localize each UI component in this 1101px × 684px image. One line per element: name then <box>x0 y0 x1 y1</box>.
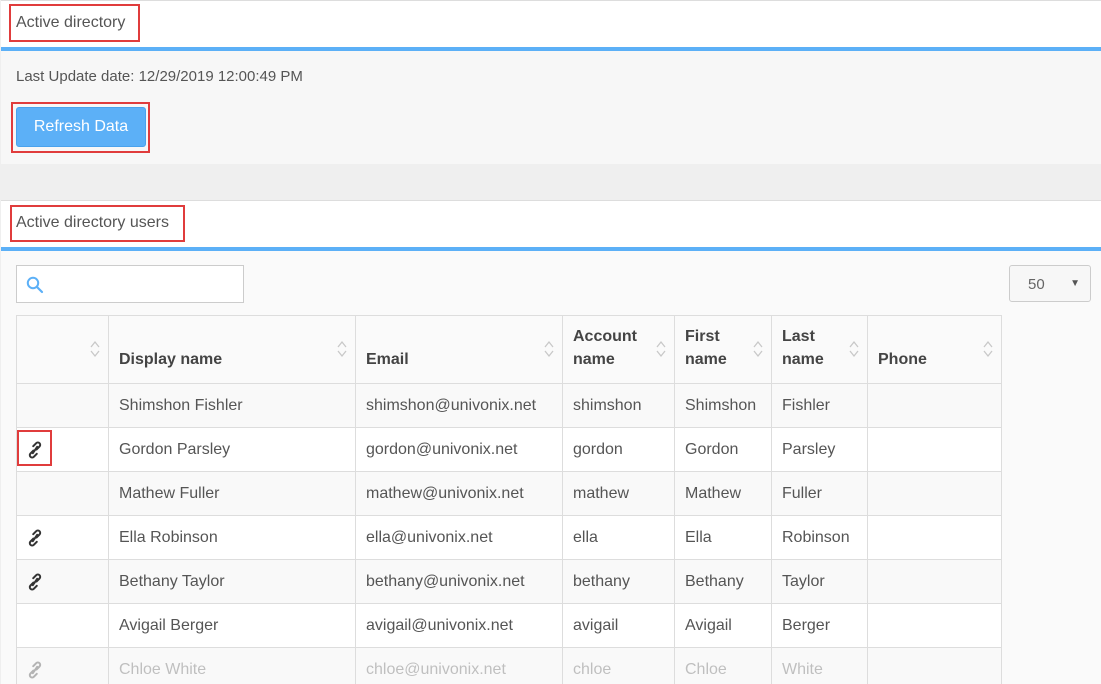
account-name-cell: ella <box>562 515 675 560</box>
highlight-box <box>9 4 140 42</box>
first-name-cell: Mathew <box>674 471 772 516</box>
account-name-cell: gordon <box>562 427 675 472</box>
link-cell[interactable] <box>16 515 109 560</box>
phone-cell <box>867 559 1002 604</box>
page-size-value: 50 <box>1028 276 1045 293</box>
active-directory-header: Active directory <box>1 0 1101 51</box>
email-cell: bethany@univonix.net <box>355 559 563 604</box>
link-icon <box>28 529 42 547</box>
phone-cell <box>867 647 1002 684</box>
link-cell <box>16 471 109 516</box>
account-name-cell: avigail <box>562 603 675 648</box>
link-icon <box>28 573 42 591</box>
ad-users-body: 50 ▼ Display name Email Account name Fir… <box>1 251 1101 684</box>
column-header-display-name[interactable]: Display name <box>108 315 356 384</box>
column-header-label: Display name <box>119 351 223 368</box>
sort-icon <box>849 340 859 358</box>
first-name-cell: Bethany <box>674 559 772 604</box>
last-name-cell: Parsley <box>771 427 868 472</box>
phone-cell <box>867 515 1002 560</box>
search-input[interactable] <box>16 265 244 303</box>
sort-icon <box>656 340 666 358</box>
first-name-cell: Shimshon <box>674 383 772 428</box>
sort-icon <box>753 340 763 358</box>
column-header-label: First name <box>685 328 727 368</box>
last-update: Last Update date: 12/29/2019 12:00:49 PM <box>16 68 303 85</box>
highlight-box <box>10 205 185 242</box>
last-name-cell: Berger <box>771 603 868 648</box>
sort-icon <box>544 340 554 358</box>
column-header-label: Account name <box>573 328 637 368</box>
display-name-cell: Chloe White <box>108 647 356 684</box>
table-row[interactable]: Gordon Parsley gordon@univonix.net gordon G… <box>16 427 1002 472</box>
last-update-value: 12/29/2019 12:00:49 PM <box>138 68 303 85</box>
sort-icon <box>90 340 100 358</box>
phone-cell <box>867 383 1002 428</box>
link-cell[interactable] <box>16 559 109 604</box>
email-cell: shimshon@univonix.net <box>355 383 563 428</box>
highlight-box <box>17 430 52 466</box>
phone-cell <box>867 427 1002 472</box>
search-icon <box>26 276 44 294</box>
column-header-label: Email <box>366 351 409 368</box>
column-header-label: Last name <box>782 328 824 368</box>
email-cell: avigail@univonix.net <box>355 603 563 648</box>
last-name-cell: White <box>771 647 868 684</box>
account-name-cell: mathew <box>562 471 675 516</box>
table-row[interactable]: Bethany Taylor bethany@univonix.net bethan… <box>16 559 1002 604</box>
caret-down-icon: ▼ <box>1070 278 1080 289</box>
column-header-last-name[interactable]: Last name <box>771 315 868 384</box>
email-cell: gordon@univonix.net <box>355 427 563 472</box>
table-row[interactable]: Shimshon Fishler shimshon@univonix.net shi… <box>16 383 1002 428</box>
panel-gap <box>1 164 1101 200</box>
sort-icon <box>983 340 993 358</box>
page-size-select[interactable]: 50 ▼ <box>1009 265 1091 302</box>
email-cell: ella@univonix.net <box>355 515 563 560</box>
column-header-label: Phone <box>878 351 927 368</box>
link-cell <box>16 383 109 428</box>
link-cell <box>16 603 109 648</box>
display-name-cell: Gordon Parsley <box>108 427 356 472</box>
display-name-cell: Mathew Fuller <box>108 471 356 516</box>
last-update-label: Last Update date: <box>16 68 135 85</box>
phone-cell <box>867 471 1002 516</box>
phone-cell <box>867 603 1002 648</box>
column-header-phone[interactable]: Phone <box>867 315 1002 384</box>
table-row[interactable]: Avigail Berger avigail@univonix.net avigai… <box>16 603 1002 648</box>
link-icon <box>28 661 42 679</box>
table-row[interactable]: Ella Robinson ella@univonix.net ella Ella Ro… <box>16 515 1002 560</box>
table-row[interactable]: Chloe White chloe@univonix.net chloe Chloe W… <box>16 647 1002 684</box>
column-header-first-name[interactable]: First name <box>674 315 772 384</box>
first-name-cell: Chloe <box>674 647 772 684</box>
first-name-cell: Ella <box>674 515 772 560</box>
column-header-account-name[interactable]: Account name <box>562 315 675 384</box>
display-name-cell: Ella Robinson <box>108 515 356 560</box>
link-cell[interactable] <box>16 647 109 684</box>
highlight-box <box>11 102 150 153</box>
display-name-cell: Shimshon Fishler <box>108 383 356 428</box>
account-name-cell: shimshon <box>562 383 675 428</box>
last-name-cell: Taylor <box>771 559 868 604</box>
column-header-link[interactable] <box>16 315 109 384</box>
first-name-cell: Gordon <box>674 427 772 472</box>
table-row[interactable]: Mathew Fuller mathew@univonix.net mathew Ma… <box>16 471 1002 516</box>
account-name-cell: bethany <box>562 559 675 604</box>
last-name-cell: Robinson <box>771 515 868 560</box>
sort-icon <box>337 340 347 358</box>
last-name-cell: Fishler <box>771 383 868 428</box>
email-cell: chloe@univonix.net <box>355 647 563 684</box>
last-name-cell: Fuller <box>771 471 868 516</box>
column-header-email[interactable]: Email <box>355 315 563 384</box>
users-table: Display name Email Account name First name… <box>16 315 1002 684</box>
account-name-cell: chloe <box>562 647 675 684</box>
active-directory-body: Last Update date: 12/29/2019 12:00:49 PM… <box>1 51 1101 164</box>
display-name-cell: Avigail Berger <box>108 603 356 648</box>
display-name-cell: Bethany Taylor <box>108 559 356 604</box>
first-name-cell: Avigail <box>674 603 772 648</box>
email-cell: mathew@univonix.net <box>355 471 563 516</box>
